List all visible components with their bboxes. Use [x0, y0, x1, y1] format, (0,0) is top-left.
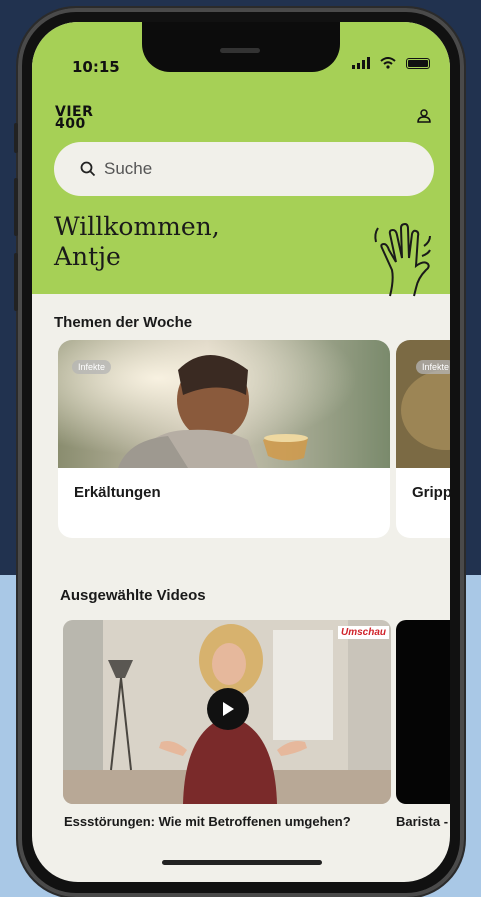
topic-card[interactable]: Infekte Gripp — [396, 340, 450, 538]
status-time: 10:15 — [72, 58, 120, 76]
videos-section-title: Ausgewählte Videos — [60, 587, 206, 604]
signal-icon — [352, 57, 370, 69]
volume-up-button — [14, 178, 18, 236]
status-icons — [352, 57, 430, 69]
search-bar[interactable]: Suche — [54, 142, 434, 196]
notch — [142, 22, 340, 72]
topic-tag: Infekte — [416, 360, 450, 374]
app-screen: 10:15 VIER 400 Suche Willkommen, Antje T… — [32, 22, 450, 882]
welcome-heading: Willkommen, Antje — [54, 212, 220, 271]
user-icon[interactable] — [416, 108, 432, 124]
waving-hand-icon — [374, 222, 431, 297]
search-placeholder: Suche — [104, 159, 153, 178]
video-title[interactable]: Barista - — [396, 814, 448, 829]
video-thumbnail[interactable]: Umschau — [63, 620, 391, 804]
topic-card-image — [58, 340, 390, 468]
battery-icon — [406, 57, 430, 69]
play-icon — [223, 702, 234, 716]
home-indicator — [162, 860, 322, 865]
mute-switch — [14, 123, 18, 153]
topic-card[interactable]: Infekte Erkältungen — [58, 340, 390, 538]
video-thumbnail[interactable] — [396, 620, 450, 804]
topic-card-title: Erkältungen — [74, 484, 161, 501]
topic-card-title: Gripp — [412, 484, 450, 501]
search-icon — [80, 161, 96, 177]
play-button[interactable] — [207, 688, 249, 730]
video-title[interactable]: Essstörungen: Wie mit Betroffenen umgehe… — [64, 814, 351, 829]
topic-tag: Infekte — [72, 360, 112, 374]
volume-down-button — [14, 253, 18, 311]
app-logo[interactable]: VIER 400 — [55, 105, 93, 131]
umschau-badge: Umschau — [337, 626, 389, 639]
wifi-icon — [380, 57, 396, 69]
topics-section-title: Themen der Woche — [54, 314, 193, 331]
